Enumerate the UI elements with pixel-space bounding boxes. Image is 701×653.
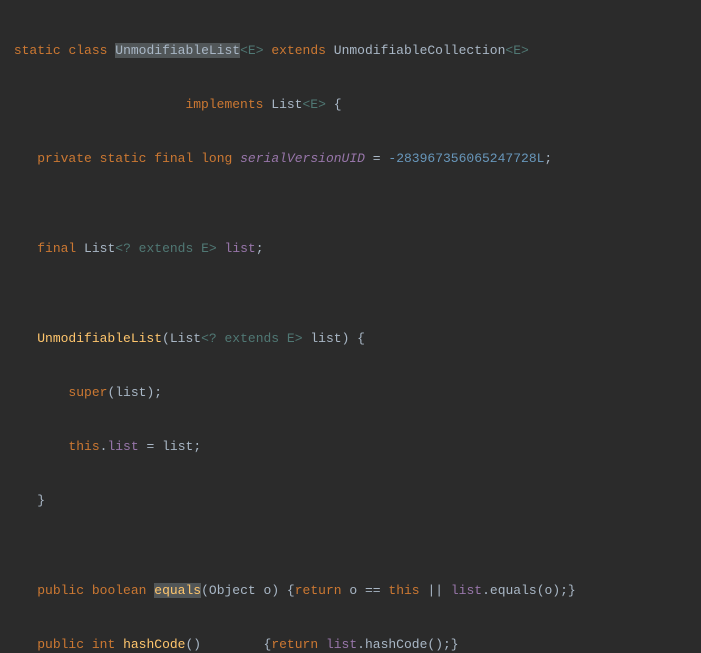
kw-implements: implements	[185, 97, 263, 112]
code-line: private static final long serialVersionU…	[6, 150, 701, 168]
code-editor[interactable]: static class UnmodifiableList<E> extends…	[0, 0, 701, 653]
code-line: public int hashCode() {return list.hashC…	[6, 636, 701, 653]
gen: <E>	[505, 43, 528, 58]
code-line: public boolean equals(Object o) {return …	[6, 582, 701, 600]
code-line: implements List<E> {	[6, 96, 701, 114]
code-line: static class UnmodifiableList<E> extends…	[6, 42, 701, 60]
field-list: list	[225, 241, 256, 256]
method-hashCode: hashCode	[123, 637, 185, 652]
svu-val: -283967356065247728L	[388, 151, 544, 166]
code-line: this.list = list;	[6, 438, 701, 456]
hl-classname: UnmodifiableList	[115, 43, 240, 58]
super-classname: UnmodifiableCollection	[334, 43, 506, 58]
kw-class: class	[68, 43, 107, 58]
code-line: final List<? extends E> list;	[6, 240, 701, 258]
gen: <E>	[240, 43, 263, 58]
code-line: super(list);	[6, 384, 701, 402]
code-line: }	[6, 492, 701, 510]
field-svu: serialVersionUID	[240, 151, 365, 166]
ctor: UnmodifiableList	[37, 331, 162, 346]
method-equals: equals	[154, 583, 201, 598]
iface: List	[271, 97, 302, 112]
code-line: UnmodifiableList(List<? extends E> list)…	[6, 330, 701, 348]
kw-extends: extends	[271, 43, 326, 58]
kw-static: static	[14, 43, 61, 58]
